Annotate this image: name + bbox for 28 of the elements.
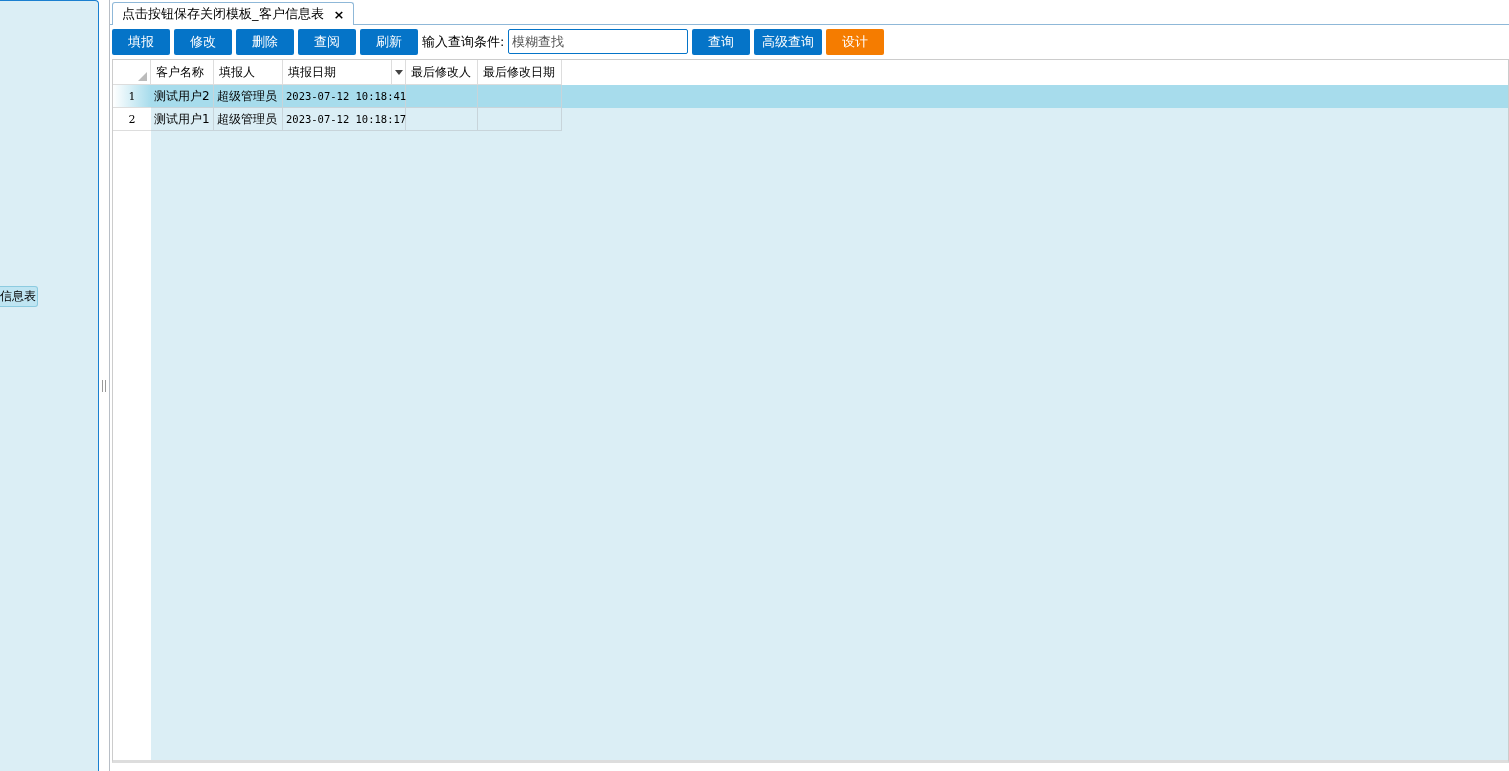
toolbar-button[interactable]: 刷新 [360, 28, 418, 55]
tree-item[interactable]: 信息表 [0, 286, 38, 307]
table-cell [406, 108, 478, 131]
tab-title: 点击按钮保存关闭模板_客户信息表 [122, 5, 324, 23]
toolbar-button[interactable]: 修改 [174, 28, 232, 55]
toolbar-button[interactable]: 高级查询 [754, 28, 823, 55]
splitter[interactable] [99, 0, 110, 771]
corner-triangle-icon [138, 72, 147, 81]
toolbar-button[interactable]: 查阅 [298, 28, 356, 55]
toolbar-button[interactable]: 查询 [692, 28, 751, 55]
column-title: 客户名称 [156, 63, 204, 81]
table-row[interactable]: 测试用户2 超级管理员 2023-07-12 10:18:41 [151, 85, 1508, 108]
column-title: 最后修改人 [411, 63, 471, 81]
column-title: 填报人 [219, 63, 255, 81]
splitter-grip-icon[interactable] [102, 379, 106, 392]
close-button[interactable]: × [333, 6, 345, 22]
toolbar-button[interactable]: 填报 [112, 28, 170, 55]
table-cell: 超级管理员 [214, 108, 283, 131]
table-cell: 测试用户1 [151, 108, 214, 131]
column-title: 填报日期 [288, 63, 336, 81]
search-label: 输入查询条件: [422, 32, 505, 51]
column-title: 最后修改日期 [483, 63, 555, 81]
search-field[interactable]: 模糊查找 [508, 29, 689, 54]
table-cell: 2023-07-12 10:18:17 [283, 108, 406, 131]
dropdown-arrow-icon[interactable] [394, 69, 403, 75]
toolbar-button[interactable]: 删除 [236, 28, 294, 55]
tab[interactable]: 点击按钮保存关闭模板_客户信息表 × [112, 2, 355, 25]
row-number: 1 [113, 85, 151, 108]
